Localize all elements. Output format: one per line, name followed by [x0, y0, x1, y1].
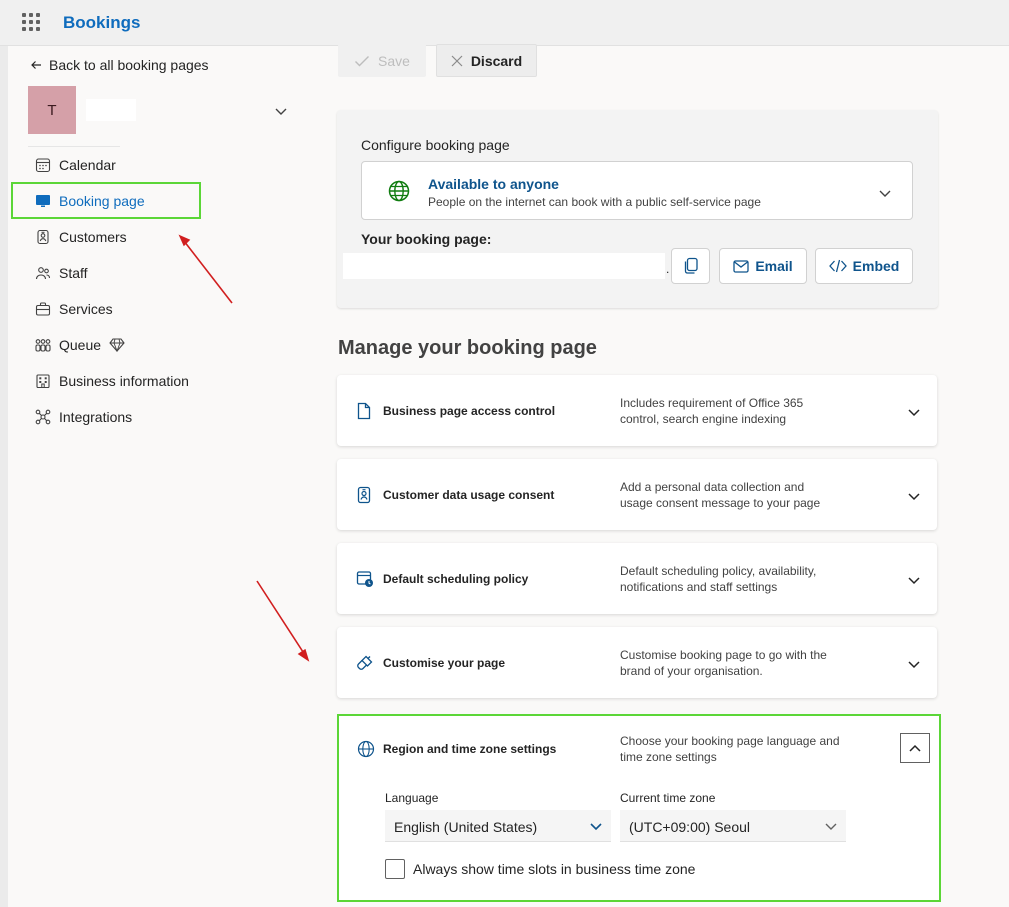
timezone-label: Current time zone — [620, 791, 716, 805]
paintbrush-icon — [356, 654, 374, 672]
accordion-title: Default scheduling policy — [383, 572, 529, 586]
configure-title: Configure booking page — [361, 137, 510, 153]
chevron-down-icon — [907, 573, 921, 591]
accordion-title: Customise your page — [383, 656, 506, 670]
badge-icon — [356, 486, 374, 504]
accordion-description: Choose your booking page language and ti… — [620, 734, 840, 764]
availability-subtitle: People on the internet can book with a p… — [428, 195, 761, 209]
checkmark-icon — [355, 55, 370, 66]
manage-section-title: Manage your booking page — [338, 337, 597, 359]
accordion-description: Includes requirement of Office 365 contr… — [620, 396, 804, 426]
globe-icon — [357, 740, 375, 763]
copy-icon — [684, 257, 698, 274]
annotation-arrow-region-settings — [256, 580, 310, 662]
business-time-zone-checkbox-label[interactable]: Always show time slots in business time … — [413, 861, 695, 877]
chevron-down-icon — [878, 186, 892, 204]
accordion-title: Business page access control — [383, 404, 556, 418]
calendar-clock-icon — [356, 570, 374, 588]
timezone-select[interactable]: (UTC+09:00) Seoul — [620, 810, 846, 842]
chevron-down-icon — [589, 819, 603, 835]
your-booking-page-label: Your booking page: — [361, 231, 492, 247]
accordion-default-scheduling-policy[interactable]: Default scheduling policy Default schedu… — [337, 543, 937, 614]
copy-link-button[interactable] — [671, 248, 710, 284]
business-time-zone-checkbox[interactable] — [385, 859, 405, 879]
code-icon — [828, 259, 847, 273]
accordion-business-page-access-control[interactable]: Business page access control Includes re… — [337, 375, 937, 446]
language-select[interactable]: English (United States) — [385, 810, 611, 842]
chevron-down-icon — [907, 489, 921, 507]
mail-icon — [733, 259, 749, 273]
accordion-customise-your-page[interactable]: Customise your page Customise booking pa… — [337, 627, 937, 698]
globe-icon — [388, 180, 410, 207]
close-icon — [451, 55, 463, 66]
chevron-up-icon — [909, 744, 921, 752]
embed-button[interactable]: Embed — [815, 248, 913, 284]
booking-page-url — [343, 253, 665, 279]
embed-button-label: Embed — [852, 258, 900, 274]
collapse-button[interactable] — [900, 733, 930, 763]
accordion-description: Customise booking page to go with the br… — [620, 648, 827, 678]
chevron-down-icon — [907, 405, 921, 423]
email-button[interactable]: Email — [719, 248, 807, 284]
chevron-down-icon — [907, 657, 921, 675]
annotation-arrow-booking-page — [178, 234, 233, 304]
language-label: Language — [385, 791, 439, 805]
chevron-down-icon — [824, 819, 838, 835]
save-button-label: Save — [378, 52, 410, 69]
configure-booking-page-card: Configure booking page Available to anyo… — [337, 110, 938, 308]
accordion-title: Customer data usage consent — [383, 488, 555, 502]
save-button[interactable]: Save — [338, 44, 426, 77]
timezone-value: (UTC+09:00) Seoul — [629, 819, 751, 835]
availability-title: Available to anyone — [428, 176, 559, 192]
accordion-region-and-time-zone-settings: Region and time zone settings Choose you… — [337, 714, 941, 902]
accordion-title: Region and time zone settings — [383, 742, 557, 756]
email-button-label: Email — [755, 258, 793, 274]
accordion-description: Add a personal data collection and usage… — [620, 480, 821, 510]
accordion-description: Default scheduling policy, availability,… — [620, 564, 817, 594]
url-suffix: . — [666, 262, 670, 276]
discard-button-label: Discard — [470, 52, 523, 69]
availability-dropdown[interactable]: Available to anyone People on the intern… — [361, 161, 913, 220]
language-value: English (United States) — [394, 819, 538, 835]
document-icon — [356, 402, 374, 420]
discard-button[interactable]: Discard — [436, 44, 537, 77]
accordion-customer-data-usage-consent[interactable]: Customer data usage consent Add a person… — [337, 459, 937, 530]
